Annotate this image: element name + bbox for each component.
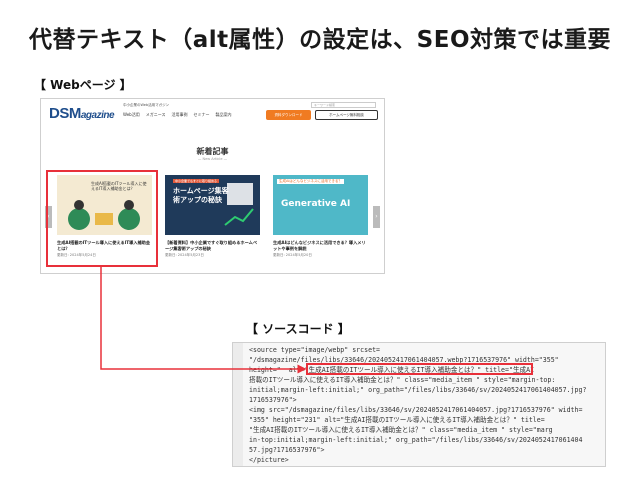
article-thumbnail: 生成AIはどんなビジネスに活用できる？ Generative AI: [273, 175, 368, 235]
thumbnail-caption: Generative AI: [281, 199, 351, 209]
code-gutter: [233, 343, 243, 466]
article-date: 更新日: 2024年5月23日: [165, 253, 204, 257]
alt-attribute-highlight-box: [306, 363, 533, 375]
article-thumbnail: 中小企業でもすぐに取り組める ホームページ集客術アップの秘訣: [165, 175, 260, 235]
article-card[interactable]: 中小企業でもすぐに取り組める ホームページ集客術アップの秘訣 【新着資料】中小企…: [165, 175, 260, 258]
code-line: </picture>: [249, 456, 289, 464]
carousel-next-button[interactable]: ›: [373, 206, 380, 228]
site-search-input[interactable]: キーワード検索: [311, 102, 376, 108]
site-header: DSMagazine 中小企業のWeb活用マガジン Web活用 メガニース 活用…: [41, 99, 384, 127]
source-section-label: 【 ソースコード 】: [246, 322, 350, 336]
nav-item[interactable]: メガニース: [146, 112, 166, 118]
nav-item[interactable]: Web活用: [123, 112, 140, 118]
code-line: initial;margin-left:initial;" org_path="…: [249, 386, 587, 394]
logo-sub: agazine: [80, 110, 115, 121]
nav-item[interactable]: セミナー: [194, 112, 210, 118]
new-articles-heading: 新着記事: [196, 147, 229, 156]
page-title: 代替テキスト（alt属性）の設定は、SEO対策では重要: [28, 27, 612, 53]
article-title: 生成AIはどんなビジネスに活用できる？導入メリットや事例を解説: [273, 240, 366, 251]
thumbnail-tag: 生成AIはどんなビジネスに活用できる？: [277, 179, 344, 184]
consult-button[interactable]: ホームページ無料相談: [315, 110, 378, 120]
nav-item[interactable]: 製品案内: [216, 112, 232, 118]
site-nav: Web活用 メガニース 活用事例 セミナー 製品案内: [123, 112, 232, 118]
chart-arrow-icon: [224, 183, 254, 226]
webpage-section-label: 【 Webページ 】: [34, 78, 132, 92]
article-date: 更新日: 2024年5月20日: [273, 253, 312, 257]
image-highlight-box: [46, 170, 158, 267]
logo-main: DSM: [49, 105, 81, 122]
new-articles-subheading: — New Article —: [197, 157, 228, 161]
source-code-panel: <source type="image/webp" srcset= "/dsma…: [232, 342, 606, 467]
site-tagline: 中小企業のWeb活用マガジン: [123, 103, 170, 107]
site-logo[interactable]: DSMagazine: [49, 105, 115, 122]
article-card[interactable]: 生成AIはどんなビジネスに活用できる？ Generative AI 生成AIはど…: [273, 175, 368, 258]
download-button[interactable]: 資料ダウンロード: [266, 110, 311, 120]
nav-item[interactable]: 活用事例: [172, 112, 188, 118]
article-title: 【新着資料】中小企業ですぐ取り組めるホームページ集客術アップの秘訣: [165, 240, 258, 251]
